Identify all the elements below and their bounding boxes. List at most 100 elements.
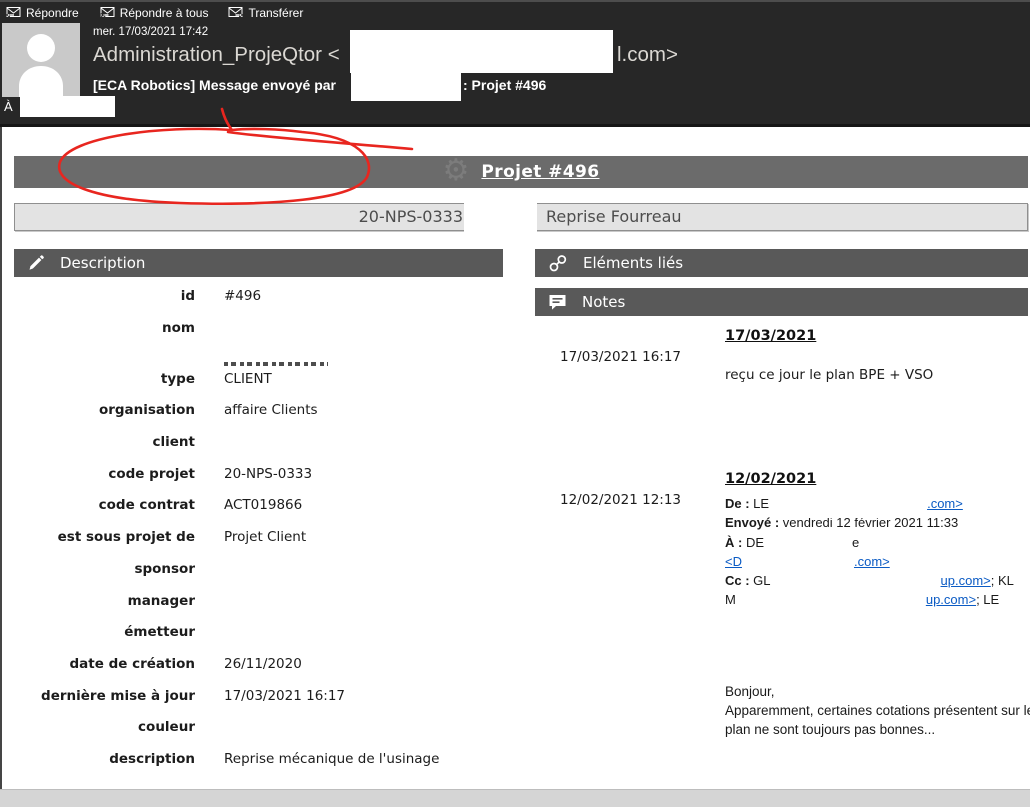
to-label: À bbox=[4, 99, 13, 114]
de-value: LE bbox=[750, 494, 770, 513]
pencil-icon bbox=[27, 254, 45, 272]
note-greeting: Bonjour, bbox=[725, 682, 1030, 701]
field-label: code contrat bbox=[14, 497, 195, 513]
description-fields: id #496 nom type CLIENT organisation aff… bbox=[14, 285, 514, 780]
field-row-description: description Reprise mécanique de l'usina… bbox=[14, 748, 514, 780]
de-email-link[interactable]: .com> bbox=[927, 494, 963, 513]
field-value: 17/03/2021 16:17 bbox=[224, 688, 345, 704]
address-email-link[interactable]: .com> bbox=[854, 552, 890, 571]
field-row-type: type CLIENT bbox=[14, 368, 514, 400]
field-value: CLIENT bbox=[224, 371, 272, 387]
link-chain-icon bbox=[548, 254, 568, 273]
note-date-heading: 12/02/2021 bbox=[725, 471, 816, 487]
field-row-date-creation: date de création 26/11/2020 bbox=[14, 653, 514, 685]
field-row-manager: manager bbox=[14, 590, 514, 622]
field-value: 26/11/2020 bbox=[224, 656, 302, 672]
quote-line-a: À : DE e bbox=[725, 533, 1027, 552]
field-value: ACT019866 bbox=[224, 497, 302, 513]
field-row-emetteur: émetteur bbox=[14, 621, 514, 653]
reply-all-label: Répondre à tous bbox=[120, 6, 209, 20]
note-message: Bonjour, Apparemment, certaines cotation… bbox=[725, 682, 1030, 739]
m-tail: ; LE bbox=[976, 590, 999, 609]
project-code: 20-NPS-0333 bbox=[15, 207, 463, 226]
field-label: manager bbox=[14, 593, 195, 609]
field-value: Projet Client bbox=[224, 529, 306, 545]
field-row-id: id #496 bbox=[14, 285, 514, 317]
sender-avatar bbox=[2, 23, 80, 97]
field-label: dernière mise à jour bbox=[14, 688, 195, 704]
cc-label: Cc : bbox=[725, 571, 750, 590]
cc-tail: ; KL bbox=[991, 571, 1014, 590]
reply-envelope-icon bbox=[6, 6, 21, 21]
sender-address-suffix: l.com> bbox=[617, 43, 678, 67]
field-label: code projet bbox=[14, 466, 195, 482]
redacted-name-sliver bbox=[224, 362, 328, 366]
subject-suffix: : Projet #496 bbox=[463, 77, 546, 93]
reply-label: Répondre bbox=[26, 6, 79, 20]
field-label: description bbox=[14, 751, 195, 767]
redaction-box-recipient bbox=[20, 96, 115, 117]
field-value: 20-NPS-0333 bbox=[224, 466, 312, 482]
field-label: émetteur bbox=[14, 624, 195, 640]
quote-line-address: <D .com> bbox=[725, 552, 1027, 571]
m-email-link[interactable]: up.com> bbox=[926, 590, 976, 609]
notes-section-title: Notes bbox=[582, 293, 625, 311]
note-timestamp: 12/02/2021 12:13 bbox=[560, 492, 681, 508]
description-section-title: Description bbox=[60, 254, 145, 272]
horizontal-scrollbar[interactable] bbox=[0, 789, 1030, 807]
subject-text: [ECA Robotics] Message envoyé par bbox=[93, 77, 336, 93]
envoye-label: Envoyé : bbox=[725, 513, 779, 532]
field-row-sous-projet: est sous projet de Projet Client bbox=[14, 526, 514, 558]
cc-email-link[interactable]: up.com> bbox=[941, 571, 991, 590]
a-value: DE bbox=[742, 533, 764, 552]
person-silhouette-icon bbox=[2, 23, 80, 97]
forward-button[interactable]: Transférer bbox=[228, 6, 303, 21]
field-label: organisation bbox=[14, 402, 195, 418]
a-label: À : bbox=[725, 533, 742, 552]
note-timestamp: 17/03/2021 16:17 bbox=[560, 349, 681, 365]
forward-envelope-icon bbox=[228, 6, 243, 21]
field-label: sponsor bbox=[14, 561, 195, 577]
reply-all-button[interactable]: Répondre à tous bbox=[99, 6, 209, 21]
a-tail: e bbox=[852, 533, 859, 552]
field-row-nom: nom bbox=[14, 317, 514, 368]
field-row-code-contrat: code contrat ACT019866 bbox=[14, 494, 514, 526]
field-row-code-projet: code projet 20-NPS-0333 bbox=[14, 463, 514, 495]
redaction-box-quote bbox=[775, 490, 927, 518]
field-value: Reprise mécanique de l'usinage bbox=[224, 751, 439, 767]
field-label: type bbox=[14, 371, 195, 387]
redaction-box-sender bbox=[350, 30, 613, 73]
field-row-sponsor: sponsor bbox=[14, 558, 514, 590]
project-title-link[interactable]: Projet #496 bbox=[481, 162, 599, 182]
outlook-email-window: Répondre Répondre à tous Transférer me bbox=[0, 0, 1030, 807]
note-body: reçu ce jour le plan BPE + VSO bbox=[725, 367, 933, 383]
reply-button[interactable]: Répondre bbox=[6, 6, 79, 21]
content-left-border bbox=[0, 127, 2, 789]
redaction-box-subject bbox=[351, 69, 461, 101]
project-name: Reprise Fourreau bbox=[546, 207, 682, 226]
forward-label: Transférer bbox=[248, 6, 303, 20]
field-label: client bbox=[14, 434, 195, 450]
linked-elements-section-header: Eléments liés bbox=[535, 249, 1028, 277]
address-open-link[interactable]: <D bbox=[725, 552, 742, 571]
mail-toolbar: Répondre Répondre à tous Transférer bbox=[6, 3, 303, 23]
sender-name: Administration_ProjeQtor < bbox=[93, 43, 340, 67]
quote-line-cc: Cc : GL up.com> ; KL bbox=[725, 571, 1027, 590]
field-row-couleur: couleur bbox=[14, 716, 514, 748]
field-row-client: client bbox=[14, 431, 514, 463]
field-label: id bbox=[14, 288, 195, 304]
field-label: date de création bbox=[14, 656, 195, 672]
m-value: M bbox=[725, 590, 736, 609]
project-title-bar: ⚙ Projet #496 bbox=[14, 156, 1028, 188]
note-date-heading: 17/03/2021 bbox=[725, 328, 816, 344]
sent-datetime: mer. 17/03/2021 17:42 bbox=[93, 26, 208, 38]
field-value: #496 bbox=[224, 288, 261, 304]
note-message-body: Apparemment, certaines cotations présent… bbox=[725, 701, 1030, 739]
speech-bubble-icon bbox=[548, 294, 567, 311]
field-label: est sous projet de bbox=[14, 529, 195, 545]
field-row-derniere-maj: dernière mise à jour 17/03/2021 16:17 bbox=[14, 685, 514, 717]
gear-icon: ⚙ bbox=[443, 156, 470, 186]
field-row-organisation: organisation affaire Clients bbox=[14, 399, 514, 431]
redaction-box-project-name bbox=[464, 196, 537, 235]
de-label: De : bbox=[725, 494, 750, 513]
